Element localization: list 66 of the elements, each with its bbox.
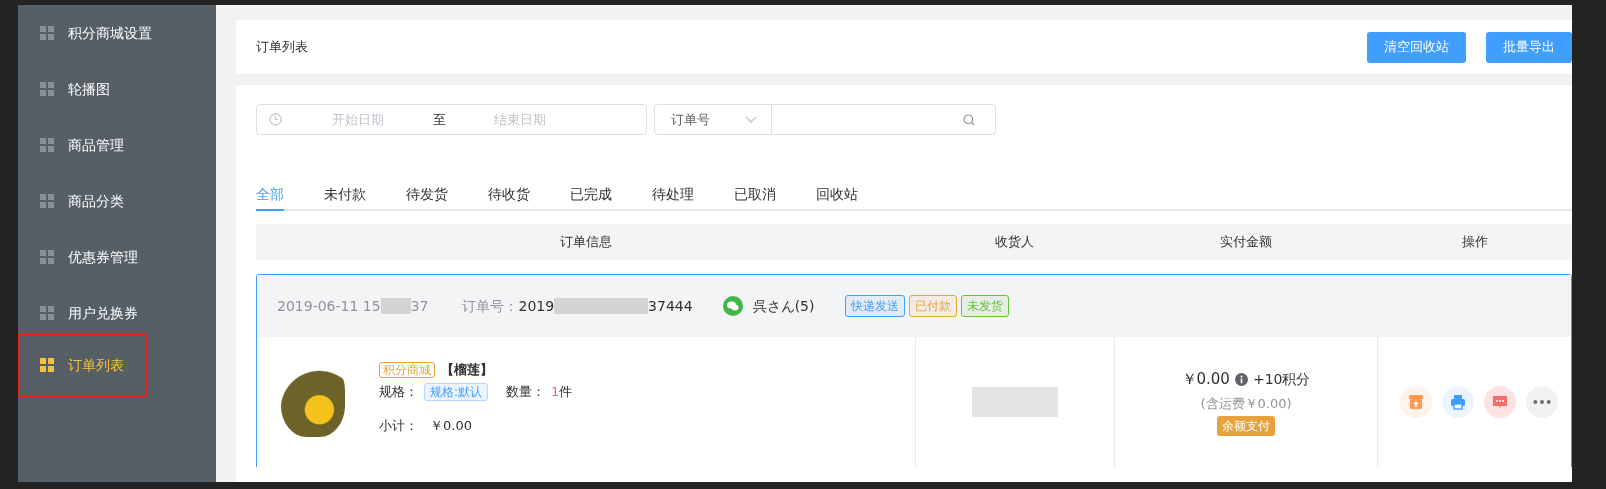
column-header: 订单信息 (559, 234, 612, 250)
ship-button[interactable] (1400, 386, 1432, 418)
search-icon (963, 113, 975, 126)
date-range-field[interactable]: 开始日期 至 结束日期 (256, 104, 647, 135)
product-name: 【榴莲】 (441, 362, 493, 377)
grid-icon (40, 138, 54, 152)
points-value: +10积分 (1252, 369, 1311, 389)
upload-box-icon (1407, 393, 1425, 411)
tab[interactable]: 未付款 (324, 179, 366, 211)
quantity-unit: 件 (559, 384, 573, 399)
chevron-down-icon (745, 116, 757, 123)
sidebar-item[interactable]: 订单列表 (18, 333, 147, 397)
range-separator: 至 (433, 110, 446, 129)
shipping-note: (含运费￥0.00) (1200, 394, 1292, 413)
tab[interactable]: 回收站 (816, 179, 858, 211)
order-number-label: 订单号： (462, 296, 519, 316)
start-date-placeholder: 开始日期 (332, 110, 385, 129)
sidebar-item[interactable]: 积分商城设置 (18, 5, 216, 61)
quantity-value: 1 (551, 384, 560, 399)
buyer-name: 呉さん(5) (752, 296, 815, 316)
grid-icon (40, 306, 54, 320)
status-tag: 未发货 (960, 295, 1009, 317)
status-tag: 已付款 (908, 295, 957, 317)
status-tag: 快递发送 (844, 295, 905, 317)
sidebar-item[interactable]: 优惠券管理 (18, 229, 216, 285)
sidebar-item[interactable]: 轮播图 (18, 61, 216, 117)
tab[interactable]: 已取消 (734, 179, 776, 211)
tab[interactable]: 待发货 (406, 179, 448, 211)
order-number: 2019 (518, 296, 555, 316)
subtotal-label: 小计： (379, 418, 418, 433)
info-icon[interactable] (1234, 372, 1248, 386)
column-header: 操作 (1461, 234, 1488, 250)
printer-icon (1449, 393, 1467, 411)
tab[interactable]: 待收货 (488, 179, 530, 211)
spec-label: 规格： (379, 384, 418, 399)
payment-method-tag: 余额支付 (1217, 416, 1275, 436)
spec-tag: 规格:默认 (424, 383, 489, 401)
sidebar-item[interactable]: 商品分类 (18, 173, 216, 229)
chat-icon (722, 296, 743, 316)
column-header: 实付金额 (1219, 234, 1272, 250)
sidebar-item[interactable]: 商品管理 (18, 117, 216, 173)
order-date: 37 (410, 296, 429, 316)
grid-icon (40, 26, 54, 40)
grid-icon (40, 358, 54, 372)
search-type-select[interactable]: 订单号 (654, 104, 772, 135)
page-title: 订单列表 (256, 38, 308, 57)
more-icon (1533, 400, 1551, 404)
end-date-placeholder: 结束日期 (494, 110, 546, 129)
grid-icon (40, 250, 54, 264)
column-header: 收货人 (995, 234, 1034, 250)
tab[interactable]: 已完成 (570, 179, 612, 211)
redacted-block (380, 298, 411, 314)
quantity-label: 数量： (506, 384, 546, 399)
tab[interactable]: 待处理 (652, 179, 694, 211)
more-button[interactable] (1526, 386, 1558, 418)
order-number: 37444 (648, 296, 693, 316)
subtotal-value: ￥0.00 (430, 418, 472, 433)
message-button[interactable] (1484, 386, 1516, 418)
grid-icon (40, 82, 54, 96)
print-button[interactable] (1442, 386, 1474, 418)
source-tag: 积分商城 (379, 362, 435, 378)
clock-icon (269, 113, 282, 126)
paid-amount: ￥0.00 (1181, 369, 1230, 390)
search-field[interactable] (772, 104, 996, 135)
grid-icon (40, 194, 54, 208)
order-date: 2019-06-11 15 (277, 296, 381, 316)
